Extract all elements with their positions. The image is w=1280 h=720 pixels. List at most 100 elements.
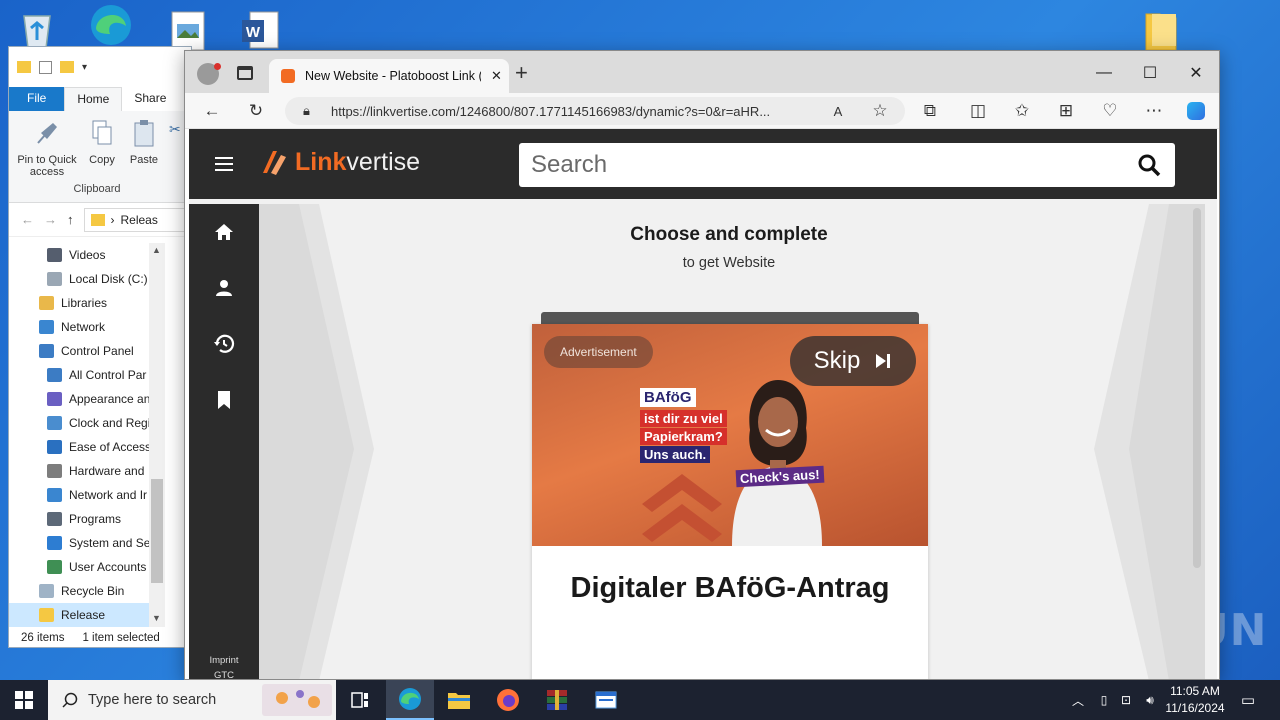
nav-item[interactable]: Clock and Regi bbox=[9, 411, 165, 435]
collections-icon[interactable]: ⊞ bbox=[1051, 97, 1081, 125]
chevron-down-icon[interactable]: ▾ bbox=[82, 62, 87, 73]
paste-icon bbox=[134, 120, 154, 147]
taskbar-clock[interactable]: 11:05 AM 11/16/2024 bbox=[1160, 683, 1230, 717]
copilot-icon[interactable] bbox=[1181, 97, 1211, 125]
taskbar-edge[interactable] bbox=[386, 680, 434, 720]
gtc-link[interactable]: GTC bbox=[189, 670, 259, 679]
pin-to-quick-access-button[interactable]: Pin to Quick access bbox=[15, 119, 79, 178]
word-document-icon[interactable]: W bbox=[238, 8, 284, 54]
scroll-up-icon[interactable]: ▲ bbox=[152, 245, 161, 255]
cut-icon[interactable]: ✂ bbox=[169, 121, 181, 138]
nav-item[interactable]: Network and Ir bbox=[9, 483, 165, 507]
tab-home[interactable]: Home bbox=[64, 87, 123, 111]
nav-item[interactable]: Recycle Bin bbox=[9, 579, 165, 603]
settings-more-icon[interactable]: ⋯ bbox=[1139, 97, 1169, 125]
scroll-down-icon[interactable]: ▼ bbox=[152, 613, 161, 623]
folder-icon[interactable] bbox=[1138, 8, 1184, 54]
address-bar[interactable]: › Releas bbox=[83, 207, 191, 232]
nav-item[interactable]: Control Panel bbox=[9, 339, 165, 363]
browser-essentials-icon[interactable]: ♡ bbox=[1095, 97, 1125, 125]
new-folder-icon[interactable] bbox=[60, 61, 74, 73]
task-view-button[interactable] bbox=[336, 680, 384, 720]
up-icon[interactable]: ↑ bbox=[67, 212, 74, 227]
notifications-icon[interactable]: ▭ bbox=[1238, 690, 1258, 710]
folder-icon[interactable] bbox=[17, 61, 31, 73]
tab-share[interactable]: Share bbox=[122, 87, 178, 111]
read-aloud-icon[interactable]: A bbox=[823, 97, 853, 125]
extensions-icon[interactable]: ⧉ bbox=[915, 97, 945, 125]
taskbar-winrar[interactable] bbox=[533, 680, 581, 720]
skip-button[interactable]: Skip bbox=[790, 336, 916, 386]
advertisement-banner[interactable]: Advertisement Skip BAföG ist dir zu viel… bbox=[532, 324, 928, 546]
ease-of-access-icon bbox=[47, 440, 62, 454]
svg-text:W: W bbox=[246, 24, 261, 41]
site-search-input[interactable]: Search bbox=[519, 143, 1175, 187]
nav-item[interactable]: Appearance an bbox=[9, 387, 165, 411]
new-tab-button[interactable]: + bbox=[515, 61, 528, 85]
nav-item[interactable]: Videos bbox=[9, 243, 165, 267]
taskbar-app-window[interactable] bbox=[582, 680, 630, 720]
tab-actions-icon[interactable] bbox=[237, 66, 253, 80]
copy-button[interactable]: Copy bbox=[85, 119, 119, 166]
nav-item[interactable]: Release bbox=[9, 603, 165, 627]
properties-icon[interactable] bbox=[39, 60, 52, 74]
imprint-link[interactable]: Imprint bbox=[189, 655, 259, 666]
taskbar-search-input[interactable]: Type here to search bbox=[48, 680, 336, 720]
split-screen-icon[interactable]: ◫ bbox=[963, 97, 993, 125]
start-button[interactable] bbox=[0, 680, 48, 720]
linkvertise-logo[interactable]: Linkvertise bbox=[259, 147, 420, 177]
taskbar-file-explorer[interactable] bbox=[435, 680, 483, 720]
back-icon[interactable]: ← bbox=[197, 97, 227, 125]
navigation-scrollbar[interactable]: ▲ ▼ bbox=[149, 243, 165, 627]
close-window-button[interactable]: ✕ bbox=[1173, 59, 1219, 87]
paste-button[interactable]: Paste bbox=[127, 119, 161, 166]
nav-item[interactable]: All Control Par bbox=[9, 363, 165, 387]
nav-item[interactable]: Programs bbox=[9, 507, 165, 531]
network-icon[interactable]: ⊡ bbox=[1116, 690, 1136, 710]
skip-next-icon bbox=[876, 354, 891, 368]
maximize-button[interactable]: ☐ bbox=[1127, 59, 1173, 87]
home-icon[interactable] bbox=[212, 220, 236, 244]
browser-tab-active[interactable]: New Website - Platoboost Link ( ✕ bbox=[269, 59, 509, 93]
menu-icon[interactable] bbox=[215, 157, 233, 171]
selection-count: 1 item selected bbox=[82, 632, 160, 644]
favorites-icon[interactable]: ✩ bbox=[1007, 97, 1037, 125]
url-text: https://linkvertise.com/1246800/807.1771… bbox=[331, 103, 771, 119]
nav-item[interactable]: Libraries bbox=[9, 291, 165, 315]
lock-icon[interactable]: 🔒︎ bbox=[303, 103, 310, 119]
shield-icon bbox=[47, 536, 62, 550]
close-tab-icon[interactable]: ✕ bbox=[491, 68, 502, 84]
nav-item[interactable]: Local Disk (C:) bbox=[9, 267, 165, 291]
bookmark-icon[interactable] bbox=[212, 388, 236, 412]
forward-icon[interactable]: → bbox=[44, 212, 57, 227]
edge-icon[interactable] bbox=[88, 2, 134, 48]
nav-item-label: Local Disk (C:) bbox=[69, 272, 148, 286]
nav-item-label: Control Panel bbox=[61, 344, 134, 358]
volume-icon[interactable]: 🔊︎ bbox=[1140, 690, 1160, 710]
minimize-button[interactable]: — bbox=[1081, 59, 1127, 87]
tab-file[interactable]: File bbox=[9, 87, 65, 111]
show-hidden-icons-chevron-icon[interactable]: ︿ bbox=[1068, 690, 1088, 710]
scrollbar-thumb[interactable] bbox=[151, 479, 163, 583]
nav-item[interactable]: User Accounts bbox=[9, 555, 165, 579]
history-icon[interactable] bbox=[212, 332, 236, 356]
offer-card[interactable]: Advertisement Skip BAföG ist dir zu viel… bbox=[532, 324, 928, 679]
address-bar[interactable]: 🔒︎ https://linkvertise.com/1246800/807.1… bbox=[285, 97, 905, 125]
nav-item[interactable]: Hardware and bbox=[9, 459, 165, 483]
copy-icon bbox=[92, 120, 112, 145]
device-icon[interactable]: ▯ bbox=[1094, 690, 1114, 710]
videos-icon bbox=[47, 248, 62, 262]
refresh-icon[interactable]: ↻ bbox=[241, 97, 271, 125]
user-icon[interactable] bbox=[212, 276, 236, 300]
nav-item[interactable]: Network bbox=[9, 315, 165, 339]
nav-item-label: Network bbox=[61, 320, 106, 334]
nav-item[interactable]: System and Sec bbox=[9, 531, 165, 555]
navigation-bar: ← → ↑ › Releas bbox=[9, 203, 191, 237]
back-icon[interactable]: ← bbox=[21, 212, 34, 227]
favorite-star-icon[interactable]: ☆ bbox=[865, 97, 895, 125]
nav-item[interactable]: Ease of Access bbox=[9, 435, 165, 459]
page-scrollbar[interactable] bbox=[1193, 208, 1201, 568]
search-icon[interactable] bbox=[1137, 153, 1161, 177]
taskbar-firefox[interactable] bbox=[484, 680, 532, 720]
search-icon bbox=[62, 692, 78, 708]
